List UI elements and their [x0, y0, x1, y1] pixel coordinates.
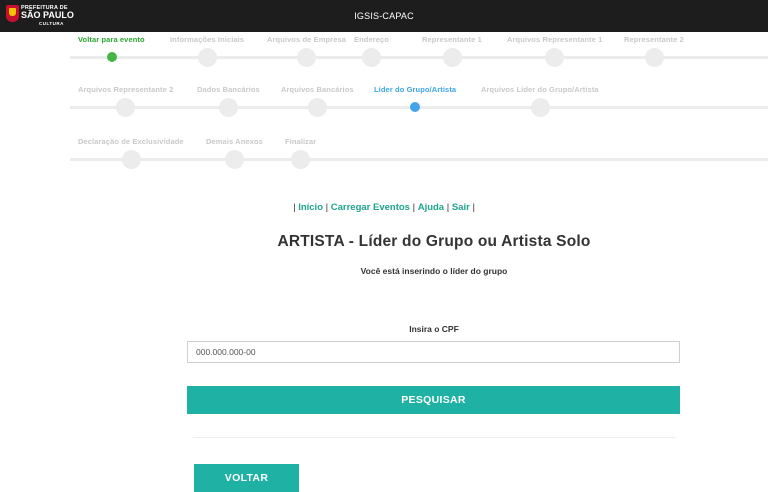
wizard-step-dot [121, 149, 141, 169]
search-button[interactable]: PESQUISAR [187, 386, 680, 414]
wizard-step-label: Finalizar [285, 137, 317, 146]
wizard-step-label: Declaração de Exclusividade [78, 137, 184, 146]
wizard-step-dot [308, 97, 327, 117]
app-title: IGSIS-CAPAC [354, 11, 414, 21]
wizard-step-dot [219, 97, 238, 117]
wizard-step-label: Dados Bancários [197, 85, 260, 94]
wizard-step-dot [530, 97, 550, 117]
top-bar: PREFEITURA DE SÃO PAULO CULTURA IGSIS-CA… [0, 0, 768, 32]
wizard-step-dot [410, 102, 420, 112]
wizard-step-dot [442, 47, 462, 67]
wizard-step-dot [116, 97, 135, 117]
link-sair[interactable]: Sair [452, 202, 470, 213]
wizard-step-dot [291, 149, 310, 169]
wizard-step-dot [644, 47, 664, 67]
back-button[interactable]: VOLTAR [194, 464, 299, 492]
wizard-step-label: Endereço [354, 35, 389, 44]
wizard-step-dot [225, 149, 244, 169]
wizard-step-label: Representante 1 [422, 35, 482, 44]
wizard-track [70, 158, 768, 161]
wizard-step-label: Arquivos Representante 2 [78, 85, 174, 94]
wizard-step-label: Arquivos de Empresa [267, 35, 347, 44]
wizard-step-dot [106, 52, 117, 62]
cpf-input[interactable] [187, 341, 680, 363]
wizard-step-label: Arquivos Representante 1 [507, 35, 603, 44]
link-ajuda[interactable]: Ajuda [418, 202, 444, 213]
link-carregar-eventos[interactable]: Carregar Eventos [331, 202, 410, 213]
nav-links: | Início | Carregar Eventos | Ajuda | Sa… [293, 202, 475, 213]
divider [193, 437, 675, 438]
wizard-step-label: Voltar para evento [78, 35, 145, 44]
wizard-step-label: Informações Iniciais [170, 35, 245, 44]
page-subtitle: Você está inserindo o líder do grupo [360, 266, 508, 276]
wizard-step-label: Representante 2 [624, 35, 684, 44]
wizard-step-dot [545, 47, 564, 67]
cpf-label: Insira o CPF [409, 324, 459, 334]
wizard-step-label: Arquivos Bancários [281, 85, 354, 94]
page-title: ARTISTA - Líder do Grupo ou Artista Solo [277, 233, 591, 250]
wizard-step-label: Arquivos Líder do Grupo/Artista [481, 85, 599, 94]
wizard-step-dot [197, 47, 217, 67]
link-inicio[interactable]: Início [298, 202, 323, 213]
wizard-step-label: Demais Anexos [206, 137, 263, 146]
wizard-step-label: Líder do Grupo/Artista [374, 85, 457, 94]
wizard-step-dot [362, 47, 381, 67]
wizard-step-dot [297, 47, 316, 67]
